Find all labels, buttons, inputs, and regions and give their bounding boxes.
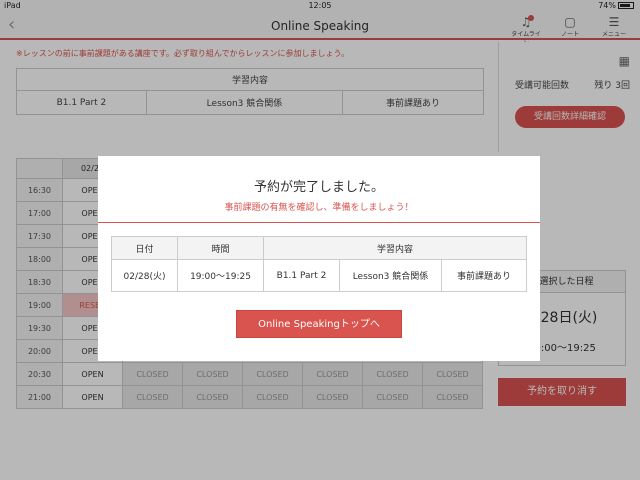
value-task: 事前課題あり: [441, 259, 527, 292]
reservation-summary-table: 日付 時間 学習内容 02/28(火) 19:00～19:25 B1.1 Par…: [111, 236, 527, 292]
dialog-subtitle: 事前課題の有無を確認し、準備をしましょう！: [224, 203, 414, 213]
header-time: 時間: [177, 236, 264, 260]
header-date: 日付: [111, 236, 178, 260]
value-time: 19:00～19:25: [177, 259, 264, 292]
dialog-title: 予約が完了しました。: [253, 180, 384, 195]
value-lesson: Lesson3 競合関係: [339, 259, 442, 292]
value-course: B1.1 Part 2: [263, 259, 340, 292]
reservation-complete-dialog: 予約が完了しました。 事前課題の有無を確認し、準備をしましょう！ 日付 時間 学…: [98, 156, 540, 361]
header-content: 学習内容: [263, 236, 527, 260]
value-date: 02/28(火): [111, 259, 178, 292]
online-speaking-top-button[interactable]: Online Speakingトップへ: [236, 310, 402, 338]
dialog-divider: [98, 222, 540, 223]
